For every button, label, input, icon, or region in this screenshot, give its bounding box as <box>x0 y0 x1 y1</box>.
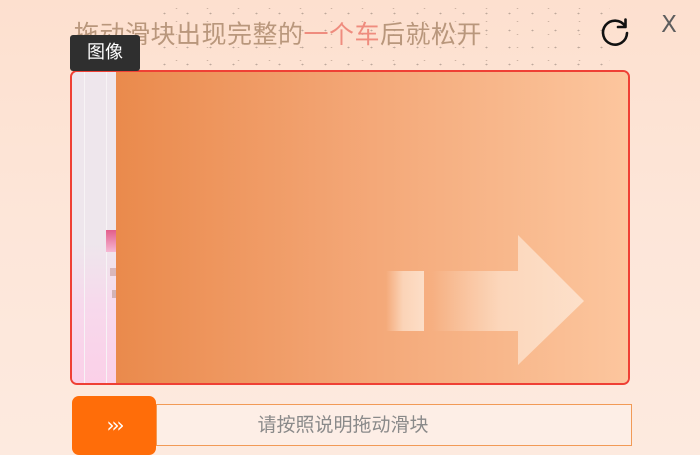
slider-handle[interactable]: ››› <box>72 396 156 455</box>
instruction-target: 一个车 <box>303 20 381 49</box>
refresh-icon <box>601 18 629 46</box>
captcha-background-image <box>72 72 116 383</box>
captcha-image <box>70 70 630 385</box>
slider-track[interactable]: 请按照说明拖动滑块 <box>156 404 632 446</box>
arrow-right-icon <box>386 235 584 365</box>
background-detail <box>106 230 116 252</box>
close-button[interactable]: X <box>656 10 682 40</box>
slider-instruction: 请按照说明拖动滑块 <box>257 414 429 436</box>
instruction-text-end: 后就松开 <box>380 20 483 49</box>
tooltip-image: 图像 <box>70 35 140 71</box>
refresh-button[interactable] <box>598 16 632 50</box>
